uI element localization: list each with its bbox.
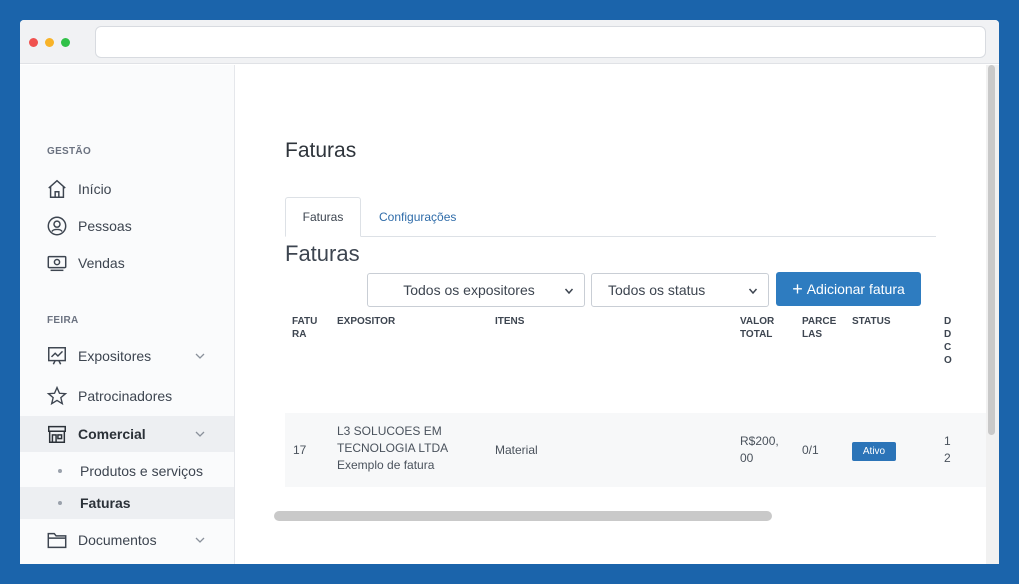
- column-header-expositor[interactable]: EXPOSITOR: [337, 315, 395, 328]
- page-title: Faturas: [285, 139, 357, 162]
- header-line: PARCE: [802, 316, 837, 327]
- column-header-fatura[interactable]: FATU RA: [292, 315, 317, 341]
- sidebar-item-label: Pessoas: [78, 218, 132, 234]
- sidebar-subitem-produtos[interactable]: Produtos e serviços: [20, 455, 234, 487]
- header-line: LAS: [802, 329, 822, 340]
- cell-line: 00: [740, 451, 754, 465]
- store-icon: [46, 423, 68, 445]
- sidebar-item-expositores[interactable]: Expositores: [20, 338, 234, 374]
- sidebar-item-pessoas[interactable]: Pessoas: [20, 208, 234, 244]
- sidebar-item-vendas[interactable]: Vendas: [20, 245, 234, 281]
- column-header-valor-total[interactable]: VALOR TOTAL: [740, 315, 774, 341]
- bullet-icon: [58, 501, 62, 505]
- select-value: Todos os status: [608, 282, 706, 298]
- folder-icon: [46, 529, 68, 551]
- cell-valor: R$200, 00: [740, 433, 779, 467]
- select-value: Todos os expositores: [403, 282, 535, 298]
- cell-expositor: L3 SOLUCOES EM TECNOLOGIA LTDA Exemplo d…: [337, 423, 448, 474]
- minimize-window-dot[interactable]: [45, 38, 54, 47]
- title-bar: [20, 20, 999, 64]
- header-line: TOTAL: [740, 329, 773, 340]
- cell-line: TECNOLOGIA LTDA: [337, 441, 449, 455]
- add-invoice-button[interactable]: + Adicionar fatura: [776, 272, 921, 306]
- header-line: O: [944, 355, 952, 366]
- header-line: VALOR: [740, 316, 775, 327]
- vertical-scrollbar[interactable]: [986, 65, 999, 564]
- plus-icon: +: [792, 279, 803, 299]
- cell-parcelas: 0/1: [802, 443, 819, 457]
- sidebar-subitem-label: Faturas: [80, 495, 131, 511]
- table-row[interactable]: 17 L3 SOLUCOES EM TECNOLOGIA LTDA Exempl…: [285, 413, 986, 487]
- home-icon: [46, 178, 68, 200]
- easel-icon: [46, 345, 68, 367]
- section-heading: Faturas: [285, 241, 360, 266]
- sidebar: GESTÃO Início Pessoas Vendas FEIRA Expos…: [20, 65, 235, 564]
- column-header-parcelas[interactable]: PARCE LAS: [802, 315, 836, 341]
- chevron-down-icon: [748, 288, 758, 295]
- status-filter-select[interactable]: Todos os status: [591, 273, 769, 307]
- cell-itens: Material: [495, 443, 538, 457]
- horizontal-scrollbar[interactable]: [274, 511, 772, 521]
- sidebar-item-inicio[interactable]: Início: [20, 171, 234, 207]
- sidebar-subitem-faturas[interactable]: Faturas: [20, 487, 234, 519]
- sidebar-item-label: Documentos: [78, 532, 157, 548]
- sidebar-item-comercial[interactable]: Comercial: [20, 416, 234, 452]
- column-header-data[interactable]: D D C O: [944, 315, 952, 367]
- money-icon: [46, 252, 68, 274]
- sidebar-subitem-label: Produtos e serviços: [80, 463, 203, 479]
- chevron-down-icon[interactable]: [194, 350, 206, 362]
- cell-line: R$200,: [740, 434, 779, 448]
- cell-line: 1: [944, 434, 951, 448]
- vertical-scrollbar-thumb[interactable]: [988, 65, 995, 435]
- cell-data: 1 2: [944, 433, 951, 467]
- tab-faturas[interactable]: Faturas: [285, 197, 361, 237]
- star-icon: [46, 385, 68, 407]
- add-invoice-label: Adicionar fatura: [806, 281, 905, 297]
- sidebar-item-patrocinadores[interactable]: Patrocinadores: [20, 378, 234, 414]
- person-icon: [46, 215, 68, 237]
- cell-line: L3 SOLUCOES EM: [337, 424, 442, 438]
- browser-window: GESTÃO Início Pessoas Vendas FEIRA Expos…: [20, 20, 999, 564]
- header-line: FATU: [292, 316, 318, 327]
- column-header-itens[interactable]: ITENS: [495, 315, 524, 328]
- cell-line: 2: [944, 451, 951, 465]
- main-content: Faturas Faturas Configurações Faturas To…: [236, 65, 986, 564]
- status-badge: Ativo: [852, 442, 896, 461]
- sidebar-item-label: Comercial: [78, 426, 146, 442]
- sidebar-item-label: Início: [78, 181, 112, 197]
- tab-configuracoes[interactable]: Configurações: [379, 197, 456, 237]
- address-bar[interactable]: [95, 26, 986, 58]
- chevron-down-icon[interactable]: [194, 428, 206, 440]
- bullet-icon: [58, 469, 62, 473]
- close-window-dot[interactable]: [29, 38, 38, 47]
- section-title-feira: FEIRA: [47, 315, 79, 326]
- cell-line: Exemplo de fatura: [337, 458, 435, 472]
- section-title-gestao: GESTÃO: [47, 146, 92, 157]
- header-line: RA: [292, 329, 307, 340]
- cell-fatura: 17: [293, 443, 307, 457]
- header-line: D: [944, 329, 952, 340]
- column-header-status[interactable]: STATUS: [852, 315, 891, 328]
- header-line: C: [944, 342, 952, 353]
- chevron-down-icon: [564, 288, 574, 295]
- expositor-filter-select[interactable]: Todos os expositores: [367, 273, 585, 307]
- tab-bar: Faturas Configurações: [285, 197, 936, 237]
- maximize-window-dot[interactable]: [61, 38, 70, 47]
- sidebar-item-label: Patrocinadores: [78, 388, 173, 404]
- chevron-down-icon[interactable]: [194, 534, 206, 546]
- sidebar-item-label: Vendas: [78, 255, 125, 271]
- sidebar-item-label: Expositores: [78, 348, 152, 364]
- header-line: D: [944, 316, 952, 327]
- sidebar-item-documentos[interactable]: Documentos: [20, 522, 234, 558]
